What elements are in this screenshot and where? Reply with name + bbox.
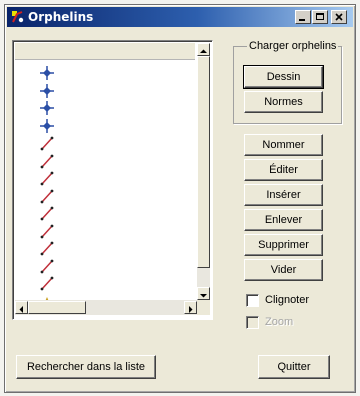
red-line-icon: [40, 136, 54, 151]
red-line-icon: [40, 154, 54, 168]
dessin-button[interactable]: Dessin: [243, 65, 324, 89]
window-title: Orphelins: [28, 10, 94, 24]
list-header: [15, 43, 195, 60]
red-line-icon: [40, 189, 54, 203]
list-item[interactable]: [39, 258, 55, 274]
list-item[interactable]: [39, 205, 55, 221]
list-item[interactable]: [39, 223, 55, 239]
red-line-icon: [40, 171, 54, 186]
clignoter-checkbox[interactable]: [246, 294, 259, 307]
scroll-down-button[interactable]: [197, 287, 210, 300]
list-item[interactable]: [39, 188, 55, 204]
horizontal-scrollbar[interactable]: [15, 300, 197, 315]
list-item[interactable]: [39, 118, 55, 134]
blue-point-icon: [40, 66, 54, 80]
minimize-icon[interactable]: [295, 10, 311, 24]
list-item[interactable]: [39, 240, 55, 256]
orphan-list[interactable]: [12, 40, 213, 320]
blue-point-icon: [40, 101, 54, 115]
scroll-left-button[interactable]: [15, 301, 28, 314]
zoom-checkbox: [246, 316, 259, 329]
maximize-icon[interactable]: [312, 10, 328, 24]
quit-button[interactable]: Quitter: [258, 355, 330, 379]
red-line-icon: [40, 259, 54, 273]
close-icon[interactable]: [331, 10, 347, 24]
list-item[interactable]: [39, 83, 55, 99]
list-item[interactable]: [39, 100, 55, 116]
vertical-scroll-thumb[interactable]: [197, 56, 210, 268]
clignoter-label: Clignoter: [265, 294, 310, 306]
blue-point-icon: [40, 118, 54, 133]
vertical-scrollbar[interactable]: [197, 43, 210, 300]
enlever-button[interactable]: Enlever: [244, 209, 323, 231]
inserer-button[interactable]: Insérer: [244, 184, 323, 206]
red-line-icon: [40, 224, 54, 238]
vider-button[interactable]: Vider: [244, 259, 323, 281]
editer-button[interactable]: Éditer: [244, 159, 323, 181]
list-item[interactable]: [39, 135, 55, 151]
scrollbar-corner: [197, 300, 210, 315]
app-icon: [12, 11, 24, 23]
nommer-button[interactable]: Nommer: [244, 134, 323, 156]
list-item[interactable]: [39, 170, 55, 186]
normes-button[interactable]: Normes: [244, 91, 323, 113]
load-orphans-legend: Charger orphelins: [247, 40, 339, 52]
list-item[interactable]: [39, 275, 55, 291]
list-item[interactable]: [39, 65, 55, 81]
horizontal-scroll-thumb[interactable]: [28, 301, 86, 314]
red-line-icon: [40, 276, 54, 291]
list-item[interactable]: [39, 153, 55, 169]
zoom-label: Zoom: [265, 316, 294, 328]
red-line-icon: [40, 241, 54, 256]
title-bar[interactable]: Orphelins: [7, 7, 353, 27]
scroll-right-button[interactable]: [184, 301, 197, 314]
search-list-button[interactable]: Rechercher dans la liste: [16, 355, 156, 379]
red-line-icon: [40, 206, 54, 221]
blue-point-icon: [40, 83, 54, 98]
scroll-up-button[interactable]: [197, 43, 210, 56]
supprimer-button[interactable]: Supprimer: [244, 234, 323, 256]
